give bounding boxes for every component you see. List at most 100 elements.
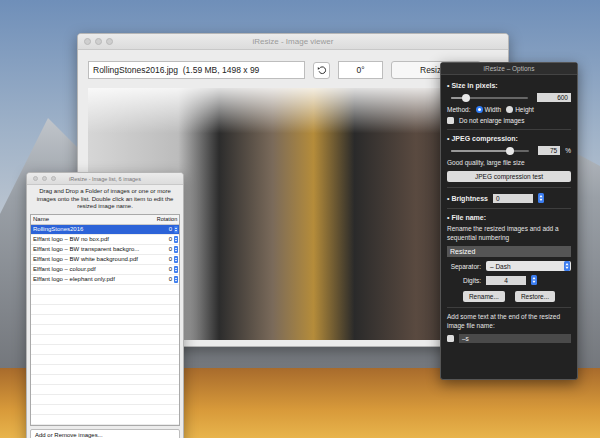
window-controls bbox=[84, 34, 113, 49]
dropdown-arrow-icon bbox=[564, 261, 570, 271]
stepper-icon[interactable] bbox=[174, 266, 178, 273]
no-enlarge-checkbox[interactable]: Do not enlarge images bbox=[447, 117, 571, 124]
method-radio[interactable]: Width bbox=[476, 106, 502, 113]
jpeg-slider[interactable] bbox=[451, 150, 529, 152]
rotation-cell[interactable]: 0 bbox=[156, 225, 179, 234]
size-section: • Size in pixels: 600 Method: Width Height Do… bbox=[447, 77, 571, 130]
restore-button[interactable]: Restore... bbox=[515, 291, 555, 302]
empty-row bbox=[31, 405, 179, 415]
rotate-button[interactable] bbox=[313, 62, 330, 79]
title-bar: iResize - Image viewer bbox=[78, 34, 508, 50]
empty-row bbox=[31, 355, 179, 365]
rotation-value: 0 bbox=[169, 265, 172, 274]
rotate-icon bbox=[317, 65, 327, 75]
rotation-cell[interactable]: 0 bbox=[156, 245, 179, 254]
close-button[interactable] bbox=[84, 38, 91, 45]
slider-thumb[interactable] bbox=[506, 147, 514, 155]
window-controls bbox=[33, 173, 56, 184]
column-header[interactable]: Rotation bbox=[156, 215, 179, 224]
rotation-value: 0 bbox=[169, 245, 172, 254]
jpeg-test-button[interactable]: JPEG compression test bbox=[447, 171, 571, 182]
size-field[interactable]: 600 bbox=[537, 93, 571, 102]
jpeg-field[interactable]: 75 bbox=[538, 146, 560, 155]
image-table: NameRotationRollingStones20160Elffant lo… bbox=[30, 214, 180, 426]
slider-thumb[interactable] bbox=[462, 94, 470, 102]
radio-dot bbox=[476, 106, 483, 113]
stepper-icon[interactable] bbox=[538, 193, 544, 203]
zoom-button[interactable] bbox=[106, 38, 113, 45]
table-row[interactable]: Elffant logo – BW no box.pdf0 bbox=[31, 235, 179, 245]
stepper-icon[interactable] bbox=[174, 256, 178, 263]
desktop: iResize - Image viewer RollingStones2016.… bbox=[0, 0, 600, 438]
image-name: Elffant logo – BW transparent backgro... bbox=[31, 245, 156, 254]
file-info-field: RollingStones2016.jpg (1.59 MB, 1498 x 9… bbox=[88, 61, 305, 79]
section-heading: • JPEG compression: bbox=[447, 135, 571, 142]
table-row[interactable]: RollingStones2016 0 bbox=[31, 225, 179, 235]
method-radio[interactable]: Height bbox=[506, 106, 534, 113]
rotation-cell[interactable]: 0 bbox=[156, 235, 179, 244]
empty-row bbox=[31, 415, 179, 425]
add-remove-button[interactable]: Add or Remove images... bbox=[30, 429, 180, 438]
rotation-value: 0 bbox=[169, 275, 172, 284]
table-row[interactable]: Elffant logo – BW white background.pdf0 bbox=[31, 255, 179, 265]
section-heading: • File name: bbox=[447, 214, 571, 221]
name-field[interactable]: Resized bbox=[447, 246, 571, 257]
table-row[interactable]: Elffant logo – elephant only.pdf 0 bbox=[31, 275, 179, 285]
minimize-button[interactable] bbox=[42, 176, 47, 181]
empty-row bbox=[31, 325, 179, 335]
image-name: Elffant logo – elephant only.pdf bbox=[31, 275, 156, 284]
window-title: iResize - Image list, 6 images bbox=[69, 176, 141, 182]
panel-title: iResize – Options bbox=[441, 63, 577, 75]
close-button[interactable] bbox=[33, 176, 38, 181]
instructions: Drag and Drop a Folder of images or one … bbox=[27, 185, 183, 214]
stepper-icon[interactable] bbox=[174, 246, 178, 253]
stepper-icon[interactable] bbox=[174, 276, 178, 283]
separator-dropdown[interactable]: – Dash bbox=[486, 261, 571, 271]
method-label: Method: bbox=[447, 106, 471, 113]
image-name: RollingStones2016 bbox=[31, 225, 156, 234]
empty-row bbox=[31, 295, 179, 305]
table-row[interactable]: Elffant logo – colour.pdf 0 bbox=[31, 265, 179, 275]
stepper-icon[interactable] bbox=[174, 236, 178, 243]
column-header[interactable]: Name bbox=[31, 215, 156, 224]
image-list-window: iResize - Image list, 6 images Drag and D… bbox=[26, 172, 184, 438]
suffix-section: Add some text at the end of the resized … bbox=[447, 308, 571, 348]
stepper-icon[interactable] bbox=[531, 275, 537, 285]
empty-row bbox=[31, 365, 179, 375]
zoom-button[interactable] bbox=[51, 176, 56, 181]
jpeg-section: • JPEG compression: 75% Good quality, larg… bbox=[447, 130, 571, 188]
angle-field[interactable]: 0° bbox=[338, 61, 383, 79]
rotation-value: 0 bbox=[169, 255, 172, 264]
empty-row bbox=[31, 385, 179, 395]
brightness-field[interactable]: 0 bbox=[493, 194, 533, 203]
suffix-checkbox[interactable] bbox=[447, 335, 454, 342]
suffix-label: Add some text at the end of the resized … bbox=[447, 313, 571, 330]
empty-row bbox=[31, 335, 179, 345]
suffix-field[interactable]: –s bbox=[459, 334, 571, 343]
empty-row bbox=[31, 305, 179, 315]
rotation-value: 0 bbox=[169, 235, 172, 244]
unit-label: % bbox=[565, 147, 571, 154]
separator-label: Separator: bbox=[447, 263, 481, 270]
size-slider[interactable] bbox=[451, 97, 528, 99]
rotation-value: 0 bbox=[169, 225, 172, 234]
rotation-cell[interactable]: 0 bbox=[156, 265, 179, 274]
image-name: Elffant logo – colour.pdf bbox=[31, 265, 156, 274]
empty-row bbox=[31, 375, 179, 385]
stepper-icon[interactable] bbox=[174, 226, 178, 233]
section-heading: • Brightness bbox=[447, 195, 488, 202]
table-row[interactable]: Elffant logo – BW transparent backgro...… bbox=[31, 245, 179, 255]
section-heading: • Size in pixels: bbox=[447, 82, 571, 89]
radio-dot bbox=[506, 106, 513, 113]
checkbox-box bbox=[447, 117, 454, 124]
rotation-cell[interactable]: 0 bbox=[156, 255, 179, 264]
digits-label: Digits: bbox=[447, 277, 481, 284]
minimize-button[interactable] bbox=[95, 38, 102, 45]
rename-button[interactable]: Rename... bbox=[463, 291, 505, 302]
quality-note: Good quality, large file size bbox=[447, 159, 571, 167]
rotation-cell[interactable]: 0 bbox=[156, 275, 179, 284]
table-header: NameRotation bbox=[31, 215, 179, 225]
options-panel: iResize – Options • Size in pixels: 600 Met… bbox=[440, 62, 578, 380]
title-bar: iResize - Image list, 6 images bbox=[27, 173, 183, 185]
digits-field[interactable]: 4 bbox=[486, 276, 526, 285]
